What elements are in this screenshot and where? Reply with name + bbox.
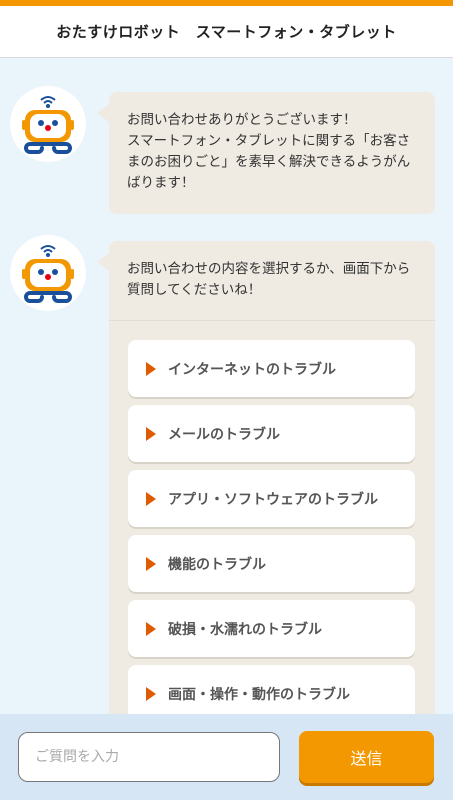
chat-bubble: お問い合わせの内容を選択するか、画面下から質問してくださいね！ インターネットの… [97,241,435,722]
option-label: メールのトラブル [168,426,280,443]
triangle-right-icon [146,621,156,636]
page-title: おたすけロボット スマートフォン・タブレット [0,6,453,58]
triangle-right-icon [146,426,156,441]
triangle-right-icon [146,491,156,506]
option-damage-water-trouble[interactable]: 破損・水濡れのトラブル [128,600,415,657]
robot-icon [10,86,86,162]
triangle-right-icon [146,361,156,376]
question-input[interactable] [18,732,280,782]
option-internet-trouble[interactable]: インターネットのトラブル [128,340,415,397]
option-label: アプリ・ソフトウェアのトラブル [168,491,378,508]
option-label: 破損・水濡れのトラブル [168,621,322,638]
send-button[interactable]: 送信 [299,731,434,783]
message-text: お問い合わせの内容を選択するか、画面下から質問してくださいね！ [127,261,411,298]
message-text: お問い合わせありがとうございます！ スマートフォン・タブレットに関する「お客さま… [127,112,411,191]
chat-bubble: お問い合わせありがとうございます！ スマートフォン・タブレットに関する「お客さま… [97,92,435,214]
chat-input-bar: 送信 [0,714,453,800]
option-list: インターネットのトラブル メールのトラブル アプリ・ソフトウェアのトラブル 機能… [128,340,415,730]
robot-icon [10,235,86,311]
triangle-right-icon [146,686,156,701]
option-label: 機能のトラブル [168,556,266,573]
option-label: 画面・操作・動作のトラブル [168,686,350,703]
option-function-trouble[interactable]: 機能のトラブル [128,535,415,592]
triangle-right-icon [146,556,156,571]
divider [109,320,435,321]
option-app-software-trouble[interactable]: アプリ・ソフトウェアのトラブル [128,470,415,527]
option-label: インターネットのトラブル [168,361,336,378]
option-mail-trouble[interactable]: メールのトラブル [128,405,415,462]
